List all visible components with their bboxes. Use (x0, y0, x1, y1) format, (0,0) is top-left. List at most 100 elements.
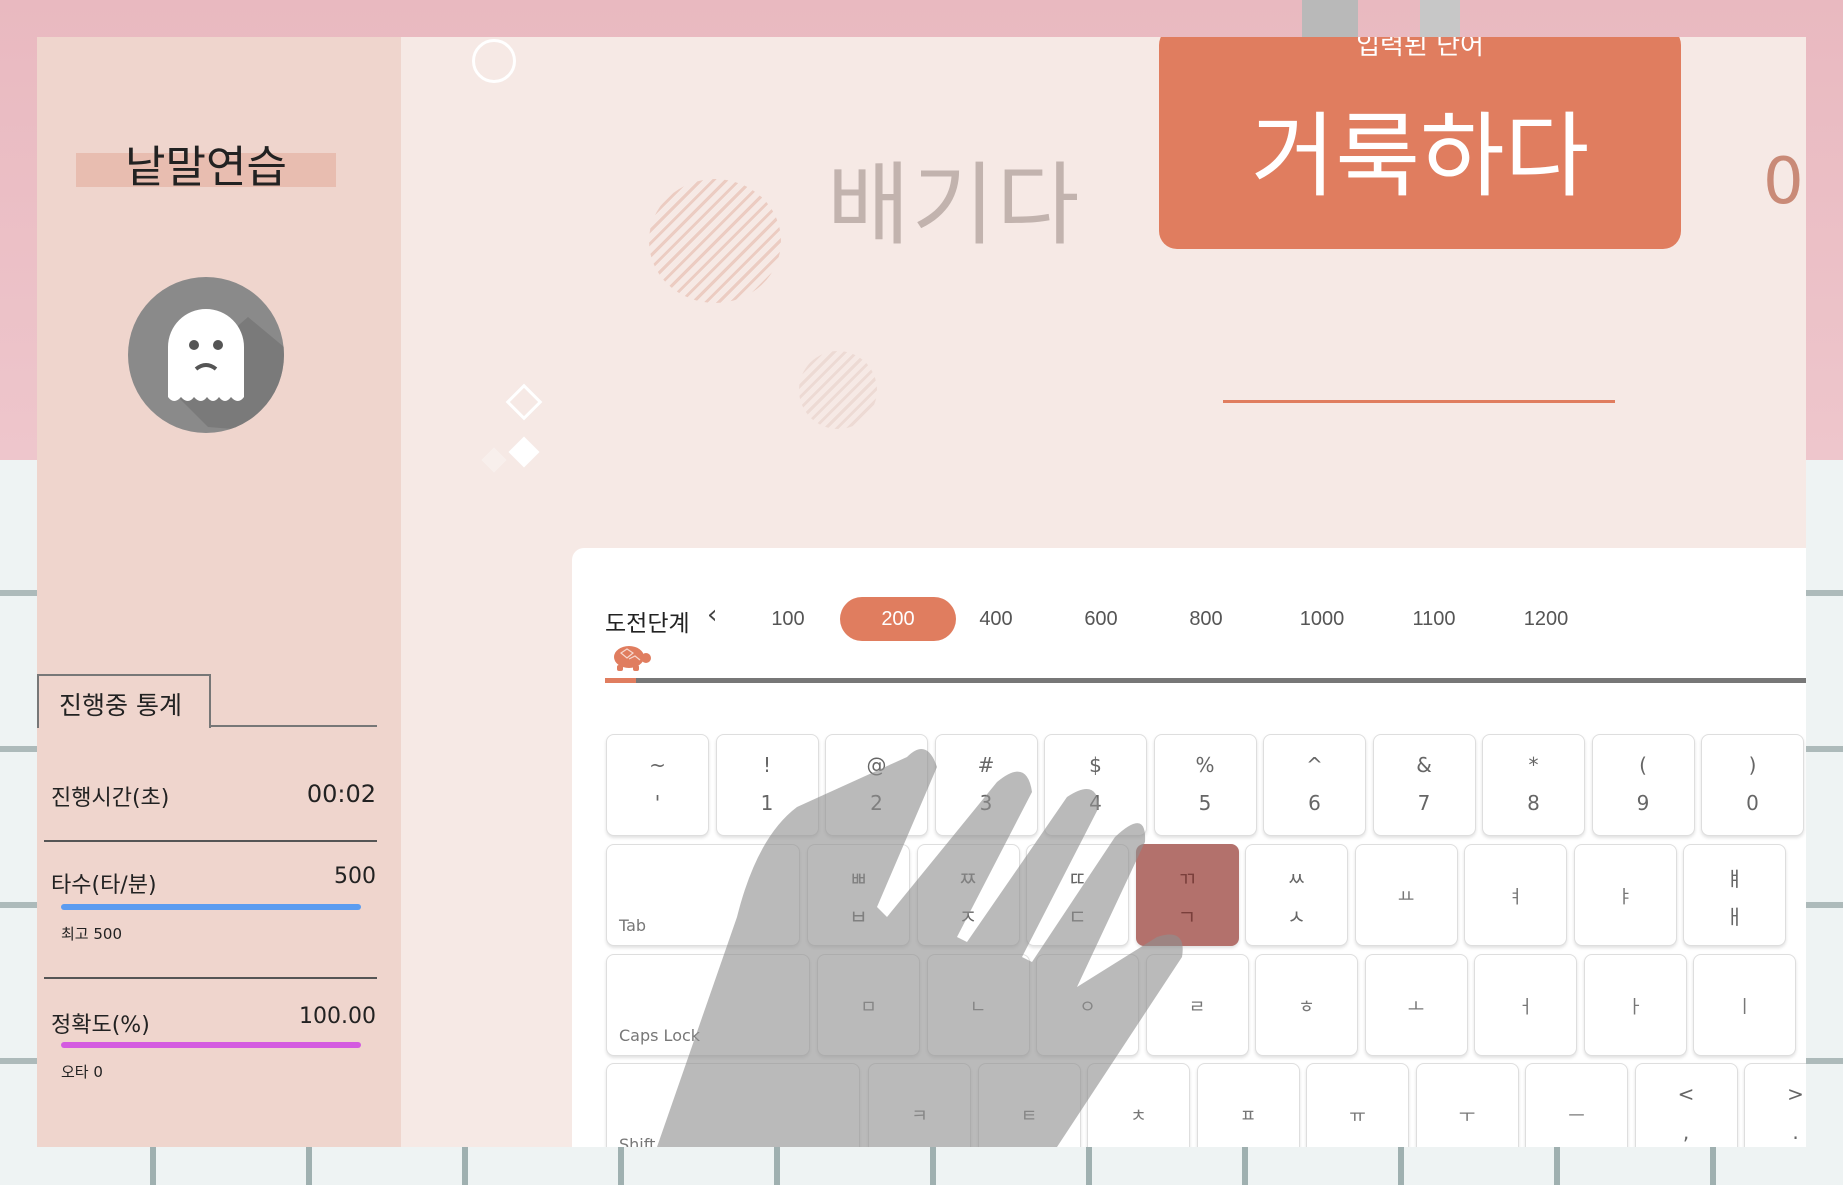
key-'[interactable]: ~ ' (606, 734, 709, 836)
key-char: ㅜ (1458, 1106, 1476, 1127)
key-char: , (1682, 1120, 1690, 1144)
key-shift-char: ! (762, 753, 772, 777)
level-button-800[interactable]: 800 (1153, 597, 1259, 641)
key-ㅛ[interactable]: ㅛ (1354, 844, 1458, 946)
key-ㅅ[interactable]: ㅆㅅ (1245, 844, 1348, 946)
key-char: ㅗ (1407, 997, 1425, 1018)
key-ㅡ[interactable]: ㅡ (1525, 1063, 1628, 1147)
key-char: ㅕ (1507, 887, 1524, 908)
key-char: 6 (1308, 791, 1321, 815)
level-button-100[interactable]: 100 (735, 597, 841, 641)
key-char: . (1792, 1120, 1799, 1144)
background-pole-2 (1420, 0, 1460, 40)
level-button-400[interactable]: 400 (943, 597, 1049, 641)
current-word: 거룩하다 (1250, 103, 1590, 210)
key-char: 2 (870, 791, 883, 815)
key-char: ㅎ (1298, 997, 1315, 1018)
key-shift-char: & (1416, 753, 1432, 777)
key-1[interactable]: ! 1 (715, 734, 819, 836)
key-ㅓ[interactable]: ㅓ (1474, 954, 1577, 1056)
key-5[interactable]: % 5 (1153, 734, 1257, 836)
level-button-600[interactable]: 600 (1048, 597, 1154, 641)
key-ㅠ[interactable]: ㅠ (1306, 1063, 1409, 1147)
key-char: ㅊ (1130, 1106, 1147, 1127)
key-ㅍ[interactable]: ㅍ (1196, 1063, 1300, 1147)
key-modifier-label: Tab (619, 916, 647, 935)
key-ㅕ[interactable]: ㅕ (1464, 844, 1567, 946)
key-ㄹ[interactable]: ㄹ (1145, 954, 1249, 1056)
key-,[interactable]: <, (1634, 1063, 1738, 1147)
key-4[interactable]: $4 (1044, 734, 1147, 836)
stats-divider (44, 840, 377, 842)
key-shift-char: ㄲ (1177, 867, 1197, 891)
key-ㅈ[interactable]: ㅉㅈ (916, 844, 1020, 946)
typing-input-line[interactable] (1223, 400, 1615, 403)
level-button-1100[interactable]: 1100 (1375, 597, 1493, 641)
key-shift-char: @ (866, 753, 887, 777)
key-char: ㄴ (969, 997, 987, 1018)
key-ㅇ[interactable]: ㅇ (1036, 954, 1139, 1056)
key-ㅏ[interactable]: ㅏ (1583, 954, 1687, 1056)
key-char: ㄷ (1068, 905, 1087, 929)
key-char: 0 (1746, 791, 1759, 815)
key-9[interactable]: (9 (1591, 734, 1695, 836)
key-shift-char: ~ (649, 753, 666, 777)
key-ㄴ[interactable]: ㄴ (926, 954, 1030, 1056)
key-ㅁ[interactable]: ㅁ (817, 954, 920, 1056)
key-ㅂ[interactable]: ㅃㅂ (807, 844, 910, 946)
key-char: 4 (1089, 791, 1102, 815)
key-ㅜ[interactable]: ㅜ (1415, 1063, 1519, 1147)
key-ㅊ[interactable]: ㅊ (1087, 1063, 1190, 1147)
key-char: ㅌ (1020, 1106, 1038, 1127)
key-ㅑ[interactable]: ㅑ (1573, 844, 1677, 946)
key-7[interactable]: & 7 (1372, 734, 1476, 836)
key-tab[interactable]: Tab (606, 844, 800, 946)
key-char: 9 (1636, 791, 1650, 815)
key-char: ㄹ (1188, 997, 1206, 1018)
typing-app-window: 낱말연습 진행중 통계 진행시간(초) 00:02 타수(타/분) 500 최고… (37, 37, 1806, 1147)
previous-word: 배기다 (827, 153, 1082, 258)
key-shift-char: # (977, 753, 995, 777)
accuracy-bar-fill (61, 1042, 361, 1048)
key-shift-char: > (1787, 1082, 1804, 1106)
level-button-1200[interactable]: 1200 (1487, 597, 1605, 641)
level-button-200[interactable]: 200 (840, 597, 956, 641)
key-char: ㅡ (1568, 1106, 1585, 1127)
level-progress-fill (605, 678, 636, 683)
decor-diamond (508, 436, 540, 468)
key-ㅋ[interactable]: ㅋ (868, 1063, 971, 1147)
key-shift-char: ^ (1306, 753, 1323, 777)
key-ㅐ[interactable]: ㅒㅐ (1683, 844, 1786, 946)
level-label: 도전단계 (605, 611, 690, 637)
app-logo[interactable]: 낱말연습 (76, 131, 336, 193)
decor-hatched-circle-small (799, 351, 877, 429)
key-2[interactable]: @2 (825, 734, 928, 836)
key-caps-lock[interactable]: Caps Lock (606, 954, 810, 1056)
stat-accuracy-label: 정확도(%) (51, 1013, 150, 1038)
key-ㅗ[interactable]: ㅗ (1364, 954, 1468, 1056)
chevron-left-icon[interactable]: ‹ (707, 600, 717, 630)
key-6[interactable]: ^ 6 (1263, 734, 1366, 836)
key-.[interactable]: >. (1744, 1063, 1806, 1147)
key-ㅎ[interactable]: ㅎ (1255, 954, 1358, 1056)
stats-tab[interactable]: 진행중 통계 (37, 674, 211, 728)
key-3[interactable]: #3 (934, 734, 1038, 836)
key-ㄷ[interactable]: ㄸㄷ (1026, 844, 1129, 946)
key-ㅌ[interactable]: ㅌ (977, 1063, 1081, 1147)
keyboard-panel: 도전단계 ‹ 100200400600800100011001200 › ~'!… (572, 548, 1806, 1147)
ghost-icon[interactable] (128, 277, 284, 433)
next-word-peek: 0 (1763, 145, 1804, 219)
key-modifier-label: Shift (619, 1135, 656, 1147)
speed-bar-fill (61, 904, 361, 910)
key-ㅣ[interactable]: ㅣ (1693, 954, 1796, 1056)
key-char: 7 (1417, 791, 1431, 815)
key-shift[interactable]: Shift (606, 1063, 860, 1147)
stats-tab-underline (209, 725, 377, 727)
key-0[interactable]: ) 0 (1701, 734, 1804, 836)
key-ㄱ[interactable]: ㄲㄱ (1135, 844, 1239, 946)
key-char: ㅓ (1517, 997, 1534, 1018)
key-char: ㅇ (1079, 997, 1096, 1018)
key-8[interactable]: * 8 (1482, 734, 1585, 836)
key-char: 1 (760, 791, 774, 815)
level-button-1000[interactable]: 1000 (1263, 597, 1381, 641)
